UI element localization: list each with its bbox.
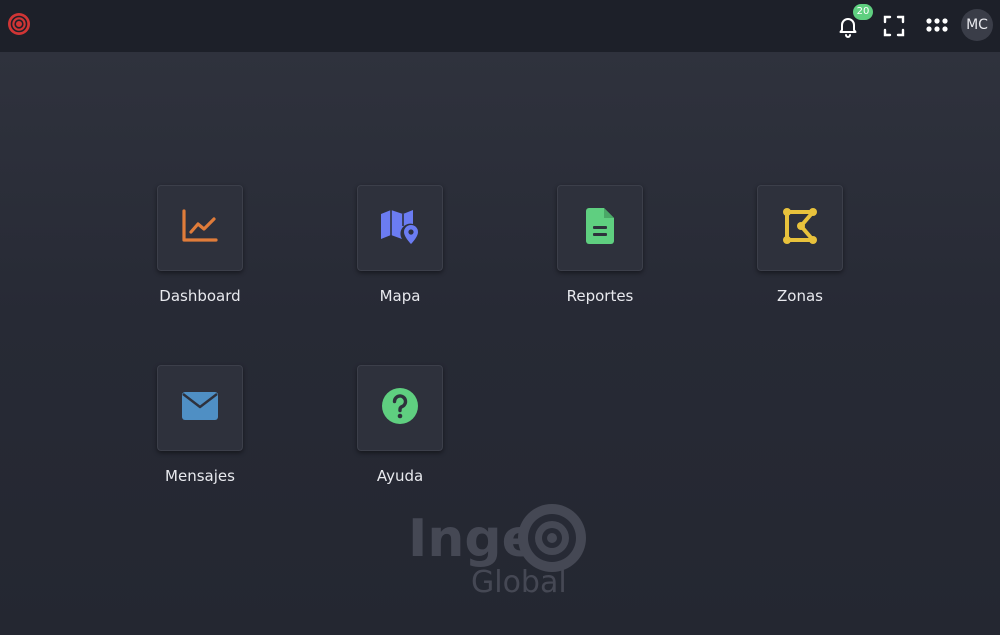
app-tile-label: Mensajes [165, 467, 235, 485]
chart-line-icon [181, 207, 219, 249]
app-tile-mapa[interactable]: Mapa [340, 185, 460, 315]
envelope-icon [181, 391, 219, 425]
app-tile-zonas[interactable]: Zonas [740, 185, 860, 315]
app-tile-label: Reportes [566, 287, 634, 305]
app-tile-box[interactable] [757, 185, 843, 271]
user-avatar[interactable]: MC [961, 9, 993, 41]
watermark-line2: Global [471, 565, 567, 600]
app-tile-box[interactable] [357, 185, 443, 271]
svg-text:Global: Global [471, 565, 567, 600]
app-tile-label: Mapa [379, 287, 421, 305]
app-tile-box[interactable] [557, 185, 643, 271]
polygon-icon [781, 207, 819, 249]
inge-global-watermark: Inge Global [408, 500, 592, 600]
watermark-line1: Inge [408, 509, 537, 569]
app-tile-box[interactable] [357, 365, 443, 451]
app-tile-mensajes[interactable]: Mensajes [140, 365, 260, 495]
app-tile-ayuda[interactable]: Ayuda [340, 365, 460, 495]
app-tile-label: Dashboard [159, 287, 241, 305]
map-location-icon [379, 207, 421, 249]
logo-icon[interactable] [7, 12, 31, 36]
apps-grid-icon[interactable] [921, 10, 953, 42]
app-tile-label: Zonas [777, 287, 823, 305]
top-bar: 20 MC [0, 0, 1000, 52]
svg-text:Inge: Inge [408, 509, 537, 569]
question-circle-icon [381, 387, 419, 429]
app-tile-reportes[interactable]: Reportes [540, 185, 660, 315]
app-tile-box[interactable] [157, 365, 243, 451]
document-icon [585, 207, 615, 249]
app-tile-dashboard[interactable]: Dashboard [140, 185, 260, 315]
app-tile-box[interactable] [157, 185, 243, 271]
app-tile-label: Ayuda [376, 467, 424, 485]
fullscreen-icon[interactable] [878, 10, 910, 42]
notifications-badge: 20 [853, 4, 873, 20]
